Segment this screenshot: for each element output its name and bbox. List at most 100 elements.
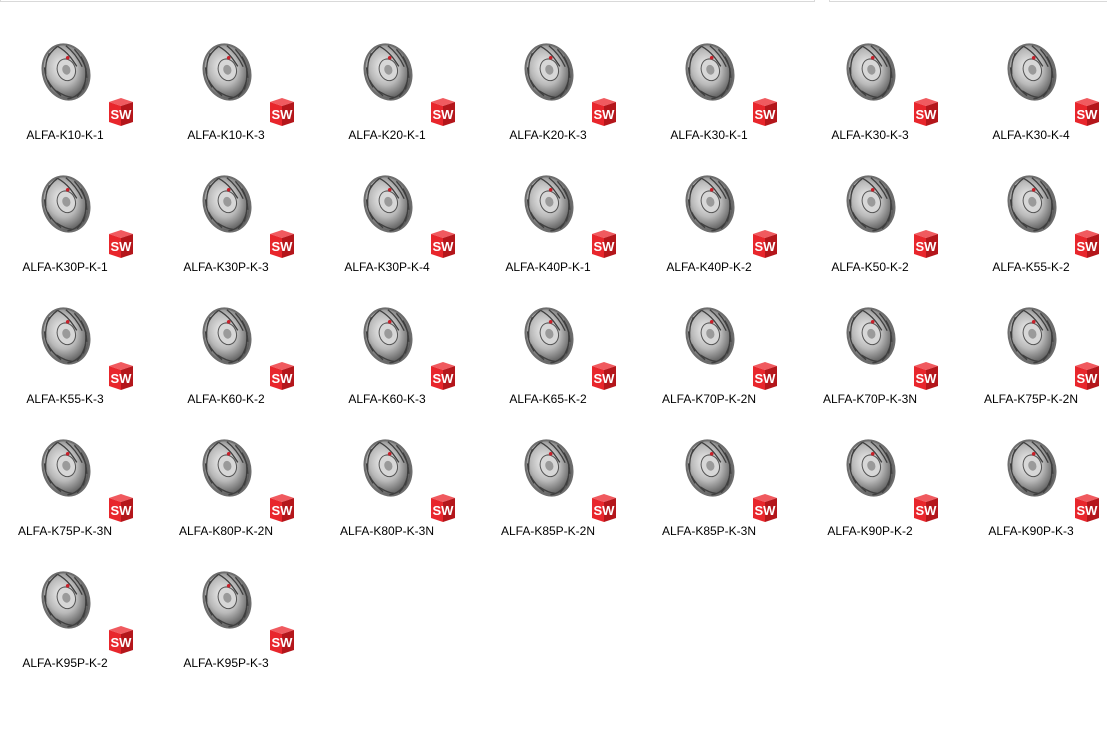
file-item[interactable]: SW ALFA-K10-K-3: [161, 0, 322, 142]
solidworks-badge-icon: SW: [109, 494, 133, 522]
file-item[interactable]: SW ALFA-K80P-K-3N: [322, 396, 483, 538]
fan-impeller-icon: [363, 307, 413, 365]
svg-text:SW: SW: [594, 503, 616, 518]
svg-text:SW: SW: [111, 107, 133, 122]
solidworks-badge-icon: SW: [753, 494, 777, 522]
solidworks-badge-icon: SW: [592, 362, 616, 390]
fan-impeller-icon: [846, 439, 896, 497]
solidworks-badge-icon: SW: [431, 494, 455, 522]
solidworks-badge-icon: SW: [914, 494, 938, 522]
svg-text:SW: SW: [272, 635, 294, 650]
fan-impeller-icon: [363, 43, 413, 101]
fan-impeller-icon: [846, 307, 896, 365]
file-item[interactable]: SW ALFA-K80P-K-2N: [161, 396, 322, 538]
file-item[interactable]: SW ALFA-K30-K-1: [644, 0, 805, 142]
file-item[interactable]: SW ALFA-K30-K-4: [966, 0, 1107, 142]
svg-text:SW: SW: [755, 107, 777, 122]
svg-text:SW: SW: [755, 371, 777, 386]
file-name-label: ALFA-K85P-K-3N: [661, 524, 757, 538]
svg-text:SW: SW: [433, 239, 455, 254]
fan-impeller-icon: [41, 439, 91, 497]
file-item[interactable]: SW ALFA-K40P-K-1: [483, 132, 644, 274]
svg-text:SW: SW: [916, 371, 938, 386]
file-item[interactable]: SW ALFA-K60-K-2: [161, 264, 322, 406]
file-item[interactable]: SW ALFA-K85P-K-2N: [483, 396, 644, 538]
file-name-label: ALFA-K95P-K-3: [183, 656, 269, 670]
fan-impeller-icon: [202, 175, 252, 233]
file-item[interactable]: SW ALFA-K30P-K-1: [0, 132, 161, 274]
fan-impeller-icon: [1007, 307, 1057, 365]
file-item[interactable]: SW ALFA-K55-K-3: [0, 264, 161, 406]
file-item[interactable]: SW ALFA-K85P-K-3N: [644, 396, 805, 538]
file-item[interactable]: SW ALFA-K10-K-1: [0, 0, 161, 142]
solidworks-badge-icon: SW: [109, 98, 133, 126]
svg-text:SW: SW: [433, 107, 455, 122]
svg-text:SW: SW: [111, 635, 133, 650]
solidworks-badge-icon: SW: [270, 494, 294, 522]
file-item[interactable]: SW ALFA-K20-K-1: [322, 0, 483, 142]
file-item[interactable]: SW ALFA-K75P-K-2N: [966, 264, 1107, 406]
file-item[interactable]: SW ALFA-K20-K-3: [483, 0, 644, 142]
solidworks-badge-icon: SW: [1075, 362, 1099, 390]
fan-impeller-icon: [202, 43, 252, 101]
file-item[interactable]: SW ALFA-K95P-K-2: [0, 528, 161, 670]
solidworks-badge-icon: SW: [109, 230, 133, 258]
solidworks-badge-icon: SW: [109, 362, 133, 390]
svg-text:SW: SW: [916, 239, 938, 254]
solidworks-badge-icon: SW: [753, 362, 777, 390]
svg-text:SW: SW: [272, 371, 294, 386]
fan-impeller-icon: [524, 43, 574, 101]
fan-impeller-icon: [41, 571, 91, 629]
svg-text:SW: SW: [272, 239, 294, 254]
solidworks-badge-icon: SW: [270, 626, 294, 654]
svg-text:SW: SW: [111, 503, 133, 518]
file-item[interactable]: SW ALFA-K70P-K-3N: [805, 264, 966, 406]
fan-impeller-icon: [685, 43, 735, 101]
fan-impeller-icon: [363, 439, 413, 497]
file-name-label: ALFA-K80P-K-3N: [339, 524, 435, 538]
solidworks-badge-icon: SW: [914, 362, 938, 390]
svg-text:SW: SW: [594, 107, 616, 122]
file-item[interactable]: SW ALFA-K75P-K-3N: [0, 396, 161, 538]
solidworks-badge-icon: SW: [431, 98, 455, 126]
file-item[interactable]: SW ALFA-K50-K-2: [805, 132, 966, 274]
fan-impeller-icon: [202, 307, 252, 365]
solidworks-badge-icon: SW: [270, 98, 294, 126]
svg-text:SW: SW: [433, 503, 455, 518]
solidworks-badge-icon: SW: [1075, 230, 1099, 258]
file-item[interactable]: SW ALFA-K30P-K-4: [322, 132, 483, 274]
solidworks-badge-icon: SW: [1075, 494, 1099, 522]
solidworks-badge-icon: SW: [270, 230, 294, 258]
solidworks-badge-icon: SW: [753, 98, 777, 126]
svg-text:SW: SW: [1077, 371, 1099, 386]
file-item[interactable]: SW ALFA-K65-K-2: [483, 264, 644, 406]
file-item[interactable]: SW ALFA-K40P-K-2: [644, 132, 805, 274]
solidworks-badge-icon: SW: [592, 230, 616, 258]
file-item[interactable]: SW ALFA-K90P-K-2: [805, 396, 966, 538]
fan-impeller-icon: [41, 43, 91, 101]
solidworks-badge-icon: SW: [592, 98, 616, 126]
file-item[interactable]: SW ALFA-K70P-K-2N: [644, 264, 805, 406]
solidworks-badge-icon: SW: [914, 230, 938, 258]
svg-text:SW: SW: [111, 239, 133, 254]
svg-text:SW: SW: [755, 503, 777, 518]
file-item[interactable]: SW ALFA-K60-K-3: [322, 264, 483, 406]
svg-text:SW: SW: [755, 239, 777, 254]
solidworks-badge-icon: SW: [431, 362, 455, 390]
fan-impeller-icon: [41, 175, 91, 233]
fan-impeller-icon: [41, 307, 91, 365]
svg-text:SW: SW: [433, 371, 455, 386]
fan-impeller-icon: [202, 571, 252, 629]
file-item[interactable]: SW ALFA-K30-K-3: [805, 0, 966, 142]
file-item[interactable]: SW ALFA-K55-K-2: [966, 132, 1107, 274]
file-name-label: ALFA-K90P-K-3: [988, 524, 1074, 538]
fan-impeller-icon: [846, 175, 896, 233]
file-name-label: ALFA-K85P-K-2N: [500, 524, 596, 538]
fan-impeller-icon: [1007, 43, 1057, 101]
file-item[interactable]: SW ALFA-K30P-K-3: [161, 132, 322, 274]
file-item[interactable]: SW ALFA-K90P-K-3: [966, 396, 1107, 538]
solidworks-badge-icon: SW: [270, 362, 294, 390]
svg-text:SW: SW: [916, 107, 938, 122]
svg-text:SW: SW: [916, 503, 938, 518]
file-item[interactable]: SW ALFA-K95P-K-3: [161, 528, 322, 670]
